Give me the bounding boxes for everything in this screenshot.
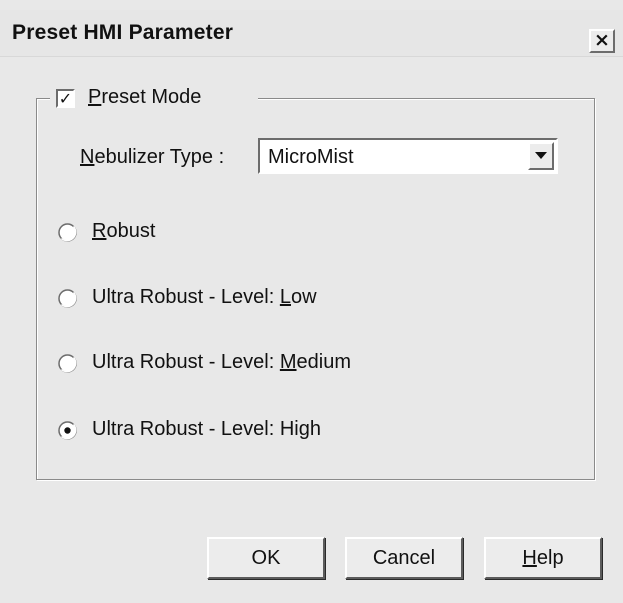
preset-mode-checkbox[interactable]: ✓ [56, 89, 75, 108]
radio-ultra-robust-low-label: Ultra Robust - Level: Low [92, 286, 317, 308]
radio-icon [58, 223, 77, 242]
cancel-button[interactable]: Cancel [345, 537, 463, 579]
close-icon: × [594, 29, 610, 51]
dropdown-button[interactable] [528, 142, 554, 170]
nebulizer-type-value: MicroMist [268, 146, 354, 168]
checkmark-icon: ✓ [58, 89, 73, 108]
title-bar: Preset HMI Parameter × [0, 10, 623, 57]
preset-mode-label[interactable]: Preset Mode [88, 86, 201, 109]
preset-hmi-parameter-dialog: Preset HMI Parameter × ✓ Preset Mode Neb… [0, 0, 623, 603]
nebulizer-type-dropdown[interactable]: MicroMist [258, 138, 558, 174]
radio-icon [58, 354, 77, 373]
dialog-title: Preset HMI Parameter [12, 21, 234, 44]
ok-button[interactable]: OK [207, 537, 325, 579]
radio-robust-label: Robust [92, 220, 156, 242]
chevron-down-icon [535, 152, 547, 159]
nebulizer-type-label: Nebulizer Type : [80, 146, 225, 168]
help-button[interactable]: Help [484, 537, 602, 579]
radio-ultra-robust-medium-label: Ultra Robust - Level: Medium [92, 351, 352, 373]
close-button[interactable]: × [589, 29, 615, 53]
radio-icon-selected [58, 421, 77, 440]
radio-icon [58, 289, 77, 308]
preset-mode-legend: ✓ Preset Mode [50, 84, 258, 112]
radio-ultra-robust-high-label: Ultra Robust - Level: High [92, 418, 321, 440]
